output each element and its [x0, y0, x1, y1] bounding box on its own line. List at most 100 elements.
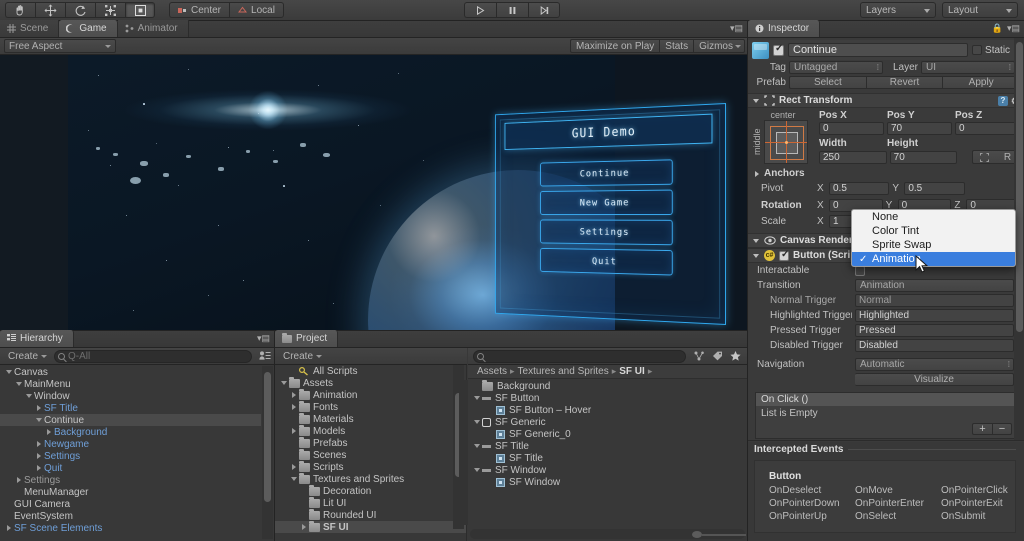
hierarchy-item-settings[interactable]: Settings	[0, 474, 261, 486]
visualize-button[interactable]: Visualize	[855, 373, 1014, 386]
layout-dropdown[interactable]: Layout	[942, 2, 1018, 18]
project-tree-item-lit-ui[interactable]: Lit UI	[275, 497, 466, 509]
dropdown-option-color-tint[interactable]: Color Tint	[852, 224, 1015, 238]
hierarchy-tree[interactable]: CanvasMainMenuWindowSF TitleContinueBack…	[0, 366, 261, 541]
project-zoom-slider[interactable]	[470, 529, 745, 539]
rotate-tool-button[interactable]	[65, 2, 95, 18]
pivot-x-input[interactable]: 0.5	[829, 182, 889, 195]
foldout-closed-icon[interactable]	[14, 477, 24, 483]
move-tool-button[interactable]	[35, 2, 65, 18]
foldout-closed-icon[interactable]	[44, 429, 54, 435]
foldout-closed-icon[interactable]	[289, 464, 299, 470]
prefab-select-button[interactable]: Select	[789, 76, 866, 89]
hierarchy-item-menumanager[interactable]: MenuManager	[0, 486, 261, 498]
project-favorites-button[interactable]	[726, 349, 744, 363]
game-button-new-game[interactable]: New Game	[540, 190, 673, 215]
tab-animator[interactable]: Animator	[118, 20, 189, 37]
foldout-closed-icon[interactable]	[34, 465, 44, 471]
project-asset-sf-title[interactable]: SF Title	[468, 452, 747, 464]
foldout-open-icon[interactable]	[472, 444, 482, 448]
space-mode-button[interactable]: Local	[229, 2, 284, 18]
foldout-open-icon[interactable]	[14, 382, 24, 386]
project-asset-sf-window[interactable]: SF Window	[468, 464, 747, 476]
onclick-add-button[interactable]: +	[972, 423, 992, 435]
project-filter-type-button[interactable]	[690, 349, 708, 363]
project-asset-background[interactable]: Background	[468, 380, 747, 392]
tab-hierarchy[interactable]: Hierarchy	[0, 330, 74, 347]
normal-trigger-input[interactable]: Normal	[855, 294, 1014, 307]
inspector-scrollbar-thumb[interactable]	[1016, 42, 1023, 332]
foldout-closed-icon[interactable]	[34, 405, 44, 411]
project-tree-item-materials[interactable]: Materials	[275, 413, 466, 425]
foldout-icon[interactable]	[751, 239, 760, 243]
step-button[interactable]	[528, 2, 560, 18]
tag-dropdown[interactable]: Untagged ⁞	[789, 61, 883, 74]
anchor-preset-widget[interactable]	[764, 120, 808, 164]
help-icon[interactable]: ?	[998, 96, 1008, 106]
width-input[interactable]: 250	[819, 151, 887, 164]
project-tree-item-scenes[interactable]: Scenes	[275, 449, 466, 461]
rect-transform-header[interactable]: Rect Transform ? ⚙	[748, 93, 1024, 108]
foldout-open-icon[interactable]	[472, 396, 482, 400]
panel-menu-icon[interactable]: ▾▤	[1007, 23, 1020, 34]
breadcrumb-item-1[interactable]: Textures and Sprites	[518, 366, 609, 377]
hierarchy-item-settings[interactable]: Settings	[0, 450, 261, 462]
foldout-closed-icon[interactable]	[34, 453, 44, 459]
pause-button[interactable]	[496, 2, 528, 18]
height-input[interactable]: 70	[890, 151, 958, 164]
game-button-quit[interactable]: Quit	[540, 248, 673, 276]
foldout-closed-icon[interactable]	[289, 404, 299, 410]
hierarchy-item-continue[interactable]: Continue	[0, 414, 261, 426]
pressed-trigger-input[interactable]: Pressed	[855, 324, 1014, 337]
blueprint-mode-button[interactable]	[972, 150, 996, 164]
hand-tool-button[interactable]	[5, 2, 35, 18]
scale-tool-button[interactable]	[95, 2, 125, 18]
hierarchy-scrollbar-thumb[interactable]	[264, 372, 271, 502]
hierarchy-item-newgame[interactable]: Newgame	[0, 438, 261, 450]
gameobject-name-input[interactable]: Continue	[788, 43, 968, 57]
project-tree-item-fonts[interactable]: Fonts	[275, 401, 466, 413]
project-filter-label-button[interactable]	[708, 349, 726, 363]
hierarchy-item-eventsystem[interactable]: EventSystem	[0, 510, 261, 522]
foldout-open-icon[interactable]	[24, 394, 34, 398]
hierarchy-create-button[interactable]: Create	[4, 349, 50, 363]
foldout-open-icon[interactable]	[4, 370, 14, 374]
hierarchy-scrollbar[interactable]	[262, 366, 273, 539]
foldout-open-icon[interactable]	[472, 468, 482, 472]
static-checkbox[interactable]	[972, 45, 982, 55]
foldout-closed-icon[interactable]	[289, 392, 299, 398]
game-button-continue[interactable]: Continue	[540, 159, 673, 186]
prefab-revert-button[interactable]: Revert	[866, 76, 944, 89]
foldout-open-icon[interactable]	[472, 420, 482, 424]
hierarchy-item-gui-camera[interactable]: GUI Camera	[0, 498, 261, 510]
project-asset-sf-generic[interactable]: SF Generic	[468, 416, 747, 428]
project-asset-sf-generic-0[interactable]: SF Generic_0	[468, 428, 747, 440]
project-tree-item-scripts[interactable]: Scripts	[275, 461, 466, 473]
pos-x-input[interactable]: 0	[819, 122, 884, 135]
anchors-foldout-icon[interactable]	[752, 171, 761, 177]
foldout-open-icon[interactable]	[34, 418, 44, 422]
breadcrumb-item-0[interactable]: Assets	[477, 366, 507, 377]
project-search-input[interactable]	[473, 350, 686, 363]
foldout-open-icon[interactable]	[279, 381, 289, 385]
tab-project[interactable]: Project	[275, 330, 338, 347]
project-tree-item-all-scripts[interactable]: All Scripts	[275, 365, 466, 377]
game-button-settings[interactable]: Settings	[540, 220, 673, 246]
button-script-enabled-checkbox[interactable]	[779, 251, 789, 261]
project-breadcrumb[interactable]: Assets ▸ Textures and Sprites ▸ SF UI ▸	[468, 365, 747, 379]
hierarchy-item-window[interactable]: Window	[0, 390, 261, 402]
rect-tool-button[interactable]	[125, 2, 155, 18]
transition-dropdown-popup[interactable]: None Color Tint Sprite Swap ✓ Animation	[851, 209, 1016, 267]
hierarchy-item-canvas[interactable]: Canvas	[0, 366, 261, 378]
project-create-button[interactable]: Create	[279, 349, 325, 363]
dropdown-option-sprite-swap[interactable]: Sprite Swap	[852, 238, 1015, 252]
hierarchy-item-background[interactable]: Background	[0, 426, 261, 438]
aspect-ratio-dropdown[interactable]: Free Aspect	[4, 39, 116, 53]
gizmos-button[interactable]: Gizmos	[693, 39, 745, 53]
project-tree-item-decoration[interactable]: Decoration	[275, 485, 466, 497]
project-folder-tree[interactable]: All ScriptsAssetsAnimationFontsMaterials…	[275, 365, 467, 541]
project-tree-item-rounded-ui[interactable]: Rounded UI	[275, 509, 466, 521]
dropdown-option-none[interactable]: None	[852, 210, 1015, 224]
prefab-apply-button[interactable]: Apply	[943, 76, 1020, 89]
play-button[interactable]	[464, 2, 496, 18]
